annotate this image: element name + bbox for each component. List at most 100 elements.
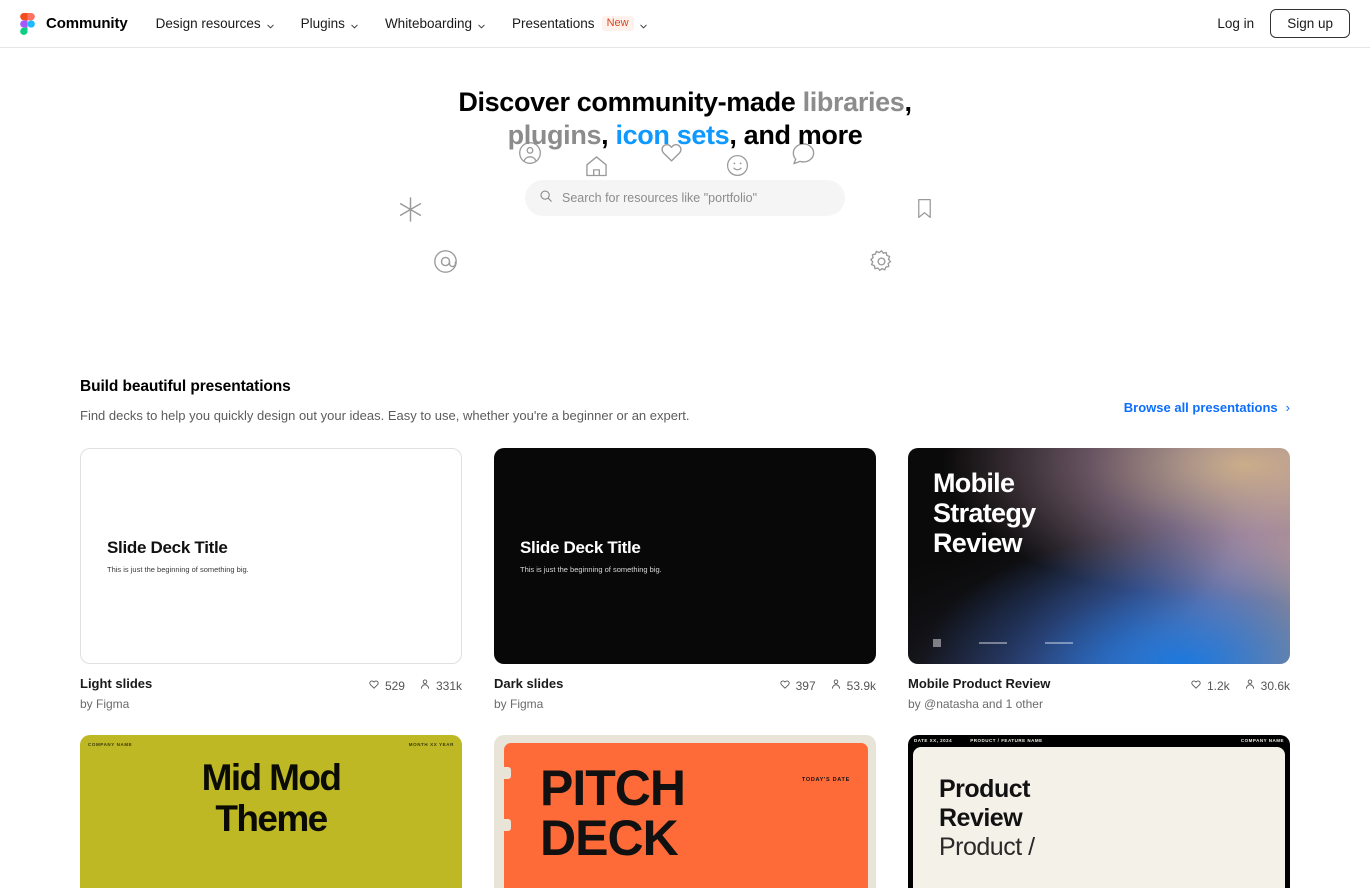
heart-icon [1190,678,1202,693]
chevron-down-icon [350,19,359,29]
likes-stat: 397 [779,678,816,693]
card-title[interactable]: Dark slides [494,676,563,691]
presentation-card[interactable]: Slide Deck Title This is just the beginn… [494,448,876,711]
search-icon [539,189,553,208]
hero-text-libraries: libraries [802,87,905,117]
card-author[interactable]: by @natasha and 1 other [908,697,1050,711]
presentation-card[interactable]: Mobile Strategy Review Mobile Product Re… [908,448,1290,711]
search-bar[interactable] [525,180,845,216]
thumb-top-bar: DATE XX, 2024 PRODUCT / FEATURE NAME COM… [908,735,1290,746]
thumb-line-1: PITCH [540,760,686,816]
presentation-card-grid-row2: COMPANY NAME MONTH XX YEAR Mid Mod Theme… [80,735,1290,888]
card-thumbnail-mobile-strategy[interactable]: Mobile Strategy Review [908,448,1290,664]
thumb-title: Product Review [939,775,1285,833]
figma-logo-icon[interactable] [14,11,40,37]
hero-section: Discover community-made libraries, plugi… [0,48,1370,378]
card-stats: 529 331k [368,676,462,693]
nav-label: Presentations [512,15,595,31]
card-title[interactable]: Light slides [80,676,152,691]
likes-count: 1.2k [1206,678,1230,693]
likes-stat: 1.2k [1190,678,1230,693]
page-title: Discover community-made libraries, plugi… [425,86,945,152]
thumb-footer-decoration [933,639,1073,647]
users-count: 30.6k [1260,678,1290,693]
line-marker-icon [979,642,1007,644]
thumb-title: Slide Deck Title [520,538,641,557]
users-count: 331k [435,678,462,693]
card-meta-left: Mobile Product Review by @natasha and 1 … [908,676,1050,711]
hero-link-icon-sets[interactable]: icon sets [615,120,729,150]
users-count: 53.9k [846,678,876,693]
nav-item-presentations[interactable]: Presentations New [512,16,648,31]
thumb-title: Mid Mod Theme [80,757,462,839]
card-author[interactable]: by Figma [80,697,152,711]
presentation-card[interactable]: Slide Deck Title This is just the beginn… [80,448,462,711]
thumb-line-1: Product [939,775,1030,803]
hero-text-3: , and more [729,120,863,150]
chevron-down-icon [266,19,275,29]
thumb-line-1: Mid Mod [201,757,342,798]
card-meta: Mobile Product Review by @natasha and 1 … [908,676,1290,711]
person-icon [830,678,842,693]
section-subtitle: Find decks to help you quickly design ou… [80,408,690,423]
card-stats: 397 53.9k [779,676,876,693]
nav-item-whiteboarding[interactable]: Whiteboarding [385,17,486,31]
thumb-body: Product Review Product / [913,747,1285,888]
presentation-card[interactable]: PITCH DECK TODAY'S DATE [494,735,876,888]
square-marker-icon [933,639,941,647]
thumb-corner-right: MONTH XX YEAR [408,742,454,747]
heart-icon [368,678,380,693]
presentation-card[interactable]: DATE XX, 2024 PRODUCT / FEATURE NAME COM… [908,735,1290,888]
gear-icon [868,248,895,280]
thumb-line-2: Theme [215,798,328,839]
nav-label: Plugins [300,15,345,31]
signup-button[interactable]: Sign up [1270,8,1350,39]
nav-item-plugins[interactable]: Plugins [301,17,359,31]
hero-comma-2: , [601,120,616,150]
presentation-card[interactable]: COMPANY NAME MONTH XX YEAR Mid Mod Theme [80,735,462,888]
thumb-line-2: Review [939,804,1023,832]
login-link[interactable]: Log in [1217,16,1254,31]
card-meta: Light slides by Figma 529 331k [80,676,462,711]
card-meta-left: Dark slides by Figma [494,676,563,711]
thumb-subtitle: This is just the beginning of something … [107,565,249,574]
hero-comma-1: , [904,87,912,117]
binder-tab-icon [494,767,511,779]
card-thumbnail-mid-mod-theme[interactable]: COMPANY NAME MONTH XX YEAR Mid Mod Theme [80,735,462,888]
binder-tab-icon [494,819,511,831]
likes-stat: 529 [368,678,405,693]
nav-item-design-resources[interactable]: Design resources [156,17,275,31]
thumb-line-3: Review [933,528,1023,558]
brand-name[interactable]: Community [46,15,128,32]
section-title: Build beautiful presentations [80,378,291,395]
browse-all-presentations-link[interactable]: Browse all presentations › [1124,400,1290,415]
main-nav: Design resources Plugins Whiteboarding P… [156,16,648,31]
header-actions: Log in Sign up [1217,8,1350,39]
line-marker-icon [1045,642,1073,644]
card-title[interactable]: Mobile Product Review [908,676,1050,691]
card-thumbnail-dark-slides[interactable]: Slide Deck Title This is just the beginn… [494,448,876,664]
status-badge-new: New [601,16,634,31]
thumb-bar-right: COMPANY NAME [1240,738,1284,743]
person-icon [419,678,431,693]
person-icon [1244,678,1256,693]
hero-text-plugins: plugins [507,120,602,150]
card-meta-left: Light slides by Figma [80,676,152,711]
thumb-corner-right: TODAY'S DATE [801,777,850,783]
search-input[interactable] [562,191,831,205]
chevron-down-icon [477,19,486,29]
thumb-subtitle: This is just the beginning of something … [520,565,662,574]
thumb-line-2: Strategy [933,498,1036,528]
browse-label: Browse all presentations [1123,400,1278,415]
card-thumbnail-light-slides[interactable]: Slide Deck Title This is just the beginn… [80,448,462,664]
nav-label: Design resources [155,15,261,31]
nav-label: Whiteboarding [384,15,472,31]
users-stat: 53.9k [830,678,876,693]
thumb-corner-left: COMPANY NAME [88,742,133,747]
thumb-title: Mobile Strategy Review [933,468,1036,558]
card-thumbnail-product-review[interactable]: DATE XX, 2024 PRODUCT / FEATURE NAME COM… [908,735,1290,888]
card-author[interactable]: by Figma [494,697,563,711]
at-icon [432,248,459,280]
card-thumbnail-pitch-deck[interactable]: PITCH DECK TODAY'S DATE [494,735,876,888]
hero-content: Discover community-made libraries, plugi… [0,86,1370,216]
